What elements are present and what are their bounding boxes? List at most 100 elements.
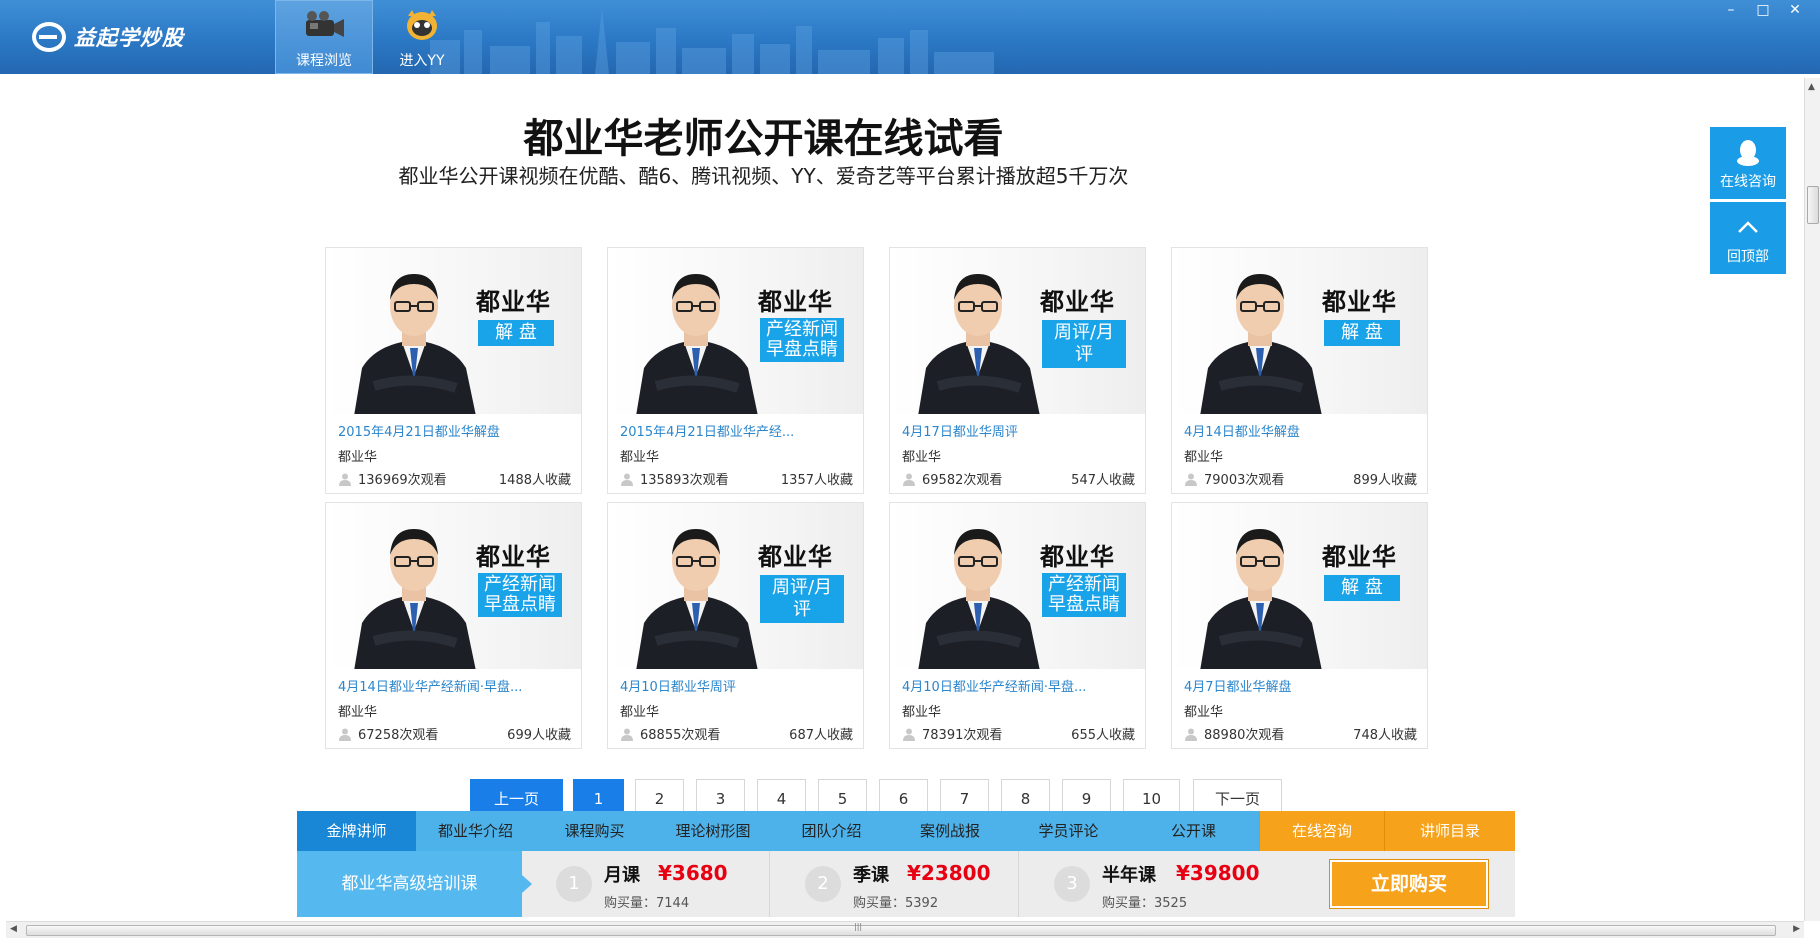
online-consult-button[interactable]: 在线咨询 <box>1710 127 1786 199</box>
course-card[interactable]: 都业华 周评/月评 4月10日都业华周评 都业华 68855次观看 687人收藏 <box>607 502 864 749</box>
course-teacher: 都业华 <box>1184 705 1224 720</box>
thumbnail-teacher-name: 都业华 <box>1322 288 1397 316</box>
course-teacher: 都业华 <box>902 705 942 720</box>
course-thumbnail[interactable]: 都业华 周评/月评 <box>890 248 1145 414</box>
teacher-photo <box>636 274 758 414</box>
title-bar: 益起学炒股 课程浏览 进入YY – □ ✕ <box>0 0 1820 74</box>
course-thumbnail[interactable]: 都业华 周评/月评 <box>608 503 863 669</box>
course-card[interactable]: 都业华 产经新闻 早盘点睛 4月14日都业华产经新闻·早盘... 都业华 6725… <box>325 502 582 749</box>
content-area: 都业华老师公开课在线试看 都业华公开课视频在优酷、酷6、腾讯视频、YY、爱奇艺等… <box>6 78 1804 921</box>
tab-online-consult[interactable]: 在线咨询 <box>1259 811 1384 851</box>
course-title-link[interactable]: 2015年4月21日都业华解盘 <box>338 421 500 440</box>
teacher-photo <box>1200 274 1322 414</box>
tab-student-reviews[interactable]: 学员评论 <box>1009 811 1128 851</box>
course-card[interactable]: 都业华 解 盘 2015年4月21日都业华解盘 都业华 136969次观看 14… <box>325 247 582 494</box>
nav-course-browse-label: 课程浏览 <box>296 53 352 69</box>
vertical-scroll-thumb[interactable] <box>1807 186 1819 224</box>
plan-quarterly[interactable]: 2 季课 ¥23800 购买量：5392 <box>771 851 1019 917</box>
course-card[interactable]: 都业华 解 盘 4月7日都业华解盘 都业华 88980次观看 748人收藏 <box>1171 502 1428 749</box>
tab-team-intro[interactable]: 团队介绍 <box>772 811 891 851</box>
window-minimize-button[interactable]: – <box>1720 2 1742 20</box>
course-view-count: 67258次观看 <box>338 724 438 743</box>
course-thumbnail[interactable]: 都业华 解 盘 <box>326 248 581 414</box>
view-count-text: 88980次观看 <box>1204 728 1285 743</box>
user-icon <box>903 473 915 486</box>
tab-teacher-directory[interactable]: 讲师目录 <box>1384 811 1515 851</box>
thumbnail-teacher-name: 都业华 <box>1040 543 1115 571</box>
plan-half-year[interactable]: 3 半年课 ¥39800 购买量：3525 <box>1020 851 1268 917</box>
course-title-link[interactable]: 4月17日都业华周评 <box>902 421 1018 440</box>
thumbnail-category-tag: 解 盘 <box>1324 320 1400 346</box>
buy-now-button[interactable]: 立即购买 <box>1330 860 1488 908</box>
user-icon <box>339 473 351 486</box>
vertical-scrollbar[interactable]: ▲ <box>1804 78 1820 921</box>
back-to-top-button[interactable]: 回顶部 <box>1710 202 1786 274</box>
tab-teacher-intro[interactable]: 都业华介绍 <box>416 811 535 851</box>
tab-open-class[interactable]: 公开课 <box>1128 811 1259 851</box>
course-view-count: 79003次观看 <box>1184 469 1284 488</box>
thumbnail-teacher-name: 都业华 <box>1322 543 1397 571</box>
tab-gold-teacher[interactable]: 金牌讲师 <box>297 811 416 851</box>
course-card[interactable]: 都业华 产经新闻 早盘点睛 2015年4月21日都业华产经... 都业华 1358… <box>607 247 864 494</box>
plan-price: ¥39800 <box>1176 861 1260 885</box>
thumbnail-category-tag: 解 盘 <box>478 320 554 346</box>
tab-course-purchase[interactable]: 课程购买 <box>535 811 654 851</box>
user-icon <box>1185 473 1197 486</box>
window-close-button[interactable]: ✕ <box>1784 2 1806 20</box>
course-title-link[interactable]: 4月7日都业华解盘 <box>1184 676 1292 695</box>
course-card[interactable]: 都业华 解 盘 4月14日都业华解盘 都业华 79003次观看 899人收藏 <box>1171 247 1428 494</box>
course-view-count: 68855次观看 <box>620 724 720 743</box>
course-favorite-count: 699人收藏 <box>507 728 571 743</box>
tab-case-reports[interactable]: 案例战报 <box>891 811 1009 851</box>
thumbnail-teacher-name: 都业华 <box>758 288 833 316</box>
nav-course-browse[interactable]: 课程浏览 <box>275 0 373 74</box>
user-icon <box>621 473 633 486</box>
plan-monthly[interactable]: 1 月课 ¥3680 购买量：7144 <box>522 851 770 917</box>
view-count-text: 69582次观看 <box>922 473 1003 488</box>
plan-number-badge: 2 <box>805 866 841 902</box>
scroll-up-arrow-icon[interactable]: ▲ <box>1808 82 1815 92</box>
nav-enter-yy[interactable]: 进入YY <box>373 0 471 74</box>
logo-e-icon <box>32 22 66 52</box>
course-title-link[interactable]: 4月10日都业华产经新闻·早盘... <box>902 676 1086 695</box>
course-teacher: 都业华 <box>902 450 942 465</box>
teacher-photo <box>1200 529 1322 669</box>
teacher-photo <box>918 529 1040 669</box>
course-thumbnail[interactable]: 都业华 解 盘 <box>1172 248 1427 414</box>
thumbnail-teacher-name: 都业华 <box>758 543 833 571</box>
horizontal-scrollbar[interactable]: ◀ ||| ▶ <box>6 921 1804 938</box>
course-title-link[interactable]: 4月14日都业华解盘 <box>1184 421 1300 440</box>
course-thumbnail[interactable]: 都业华 产经新闻 早盘点睛 <box>608 248 863 414</box>
course-title-link[interactable]: 2015年4月21日都业华产经... <box>620 421 794 440</box>
teacher-photo <box>354 274 476 414</box>
course-title-link[interactable]: 4月10日都业华周评 <box>620 676 736 695</box>
course-thumbnail[interactable]: 都业华 解 盘 <box>1172 503 1427 669</box>
course-thumbnail[interactable]: 都业华 产经新闻 早盘点睛 <box>890 503 1145 669</box>
thumbnail-category-tag: 产经新闻 早盘点睛 <box>478 573 562 617</box>
course-thumbnail[interactable]: 都业华 产经新闻 早盘点睛 <box>326 503 581 669</box>
thumbnail-category-tag: 周评/月评 <box>760 575 844 623</box>
course-card[interactable]: 都业华 周评/月评 4月17日都业华周评 都业华 69582次观看 547人收藏 <box>889 247 1146 494</box>
city-skyline-decoration <box>430 8 994 74</box>
plan-number-badge: 3 <box>1054 866 1090 902</box>
tab-theory-tree[interactable]: 理论树形图 <box>654 811 772 851</box>
thumbnail-category-tag: 周评/月评 <box>1042 320 1126 368</box>
course-view-count: 78391次观看 <box>902 724 1002 743</box>
thumbnail-teacher-name: 都业华 <box>476 543 551 571</box>
page-subtitle: 都业华公开课视频在优酷、酷6、腾讯视频、YY、爱奇艺等平台累计播放超5千万次 <box>398 164 1129 188</box>
logo-text: 益起学炒股 <box>74 26 184 50</box>
plan-name: 月课 <box>604 865 640 886</box>
thumbnail-teacher-name: 都业华 <box>1040 288 1115 316</box>
plan-sold-count: 购买量：5392 <box>853 896 939 911</box>
course-title-link[interactable]: 4月14日都业华产经新闻·早盘... <box>338 676 522 695</box>
scroll-right-arrow-icon[interactable]: ▶ <box>1793 924 1800 934</box>
nav-enter-yy-label: 进入YY <box>399 53 445 69</box>
horizontal-scroll-thumb[interactable] <box>26 925 1776 936</box>
course-teacher: 都业华 <box>338 705 378 720</box>
chevron-up-icon <box>1738 221 1758 233</box>
window-maximize-button[interactable]: □ <box>1752 2 1774 20</box>
back-to-top-label: 回顶部 <box>1727 249 1769 265</box>
qq-penguin-icon <box>1737 140 1759 166</box>
course-card[interactable]: 都业华 产经新闻 早盘点睛 4月10日都业华产经新闻·早盘... 都业华 7839… <box>889 502 1146 749</box>
scroll-left-arrow-icon[interactable]: ◀ <box>10 924 17 934</box>
